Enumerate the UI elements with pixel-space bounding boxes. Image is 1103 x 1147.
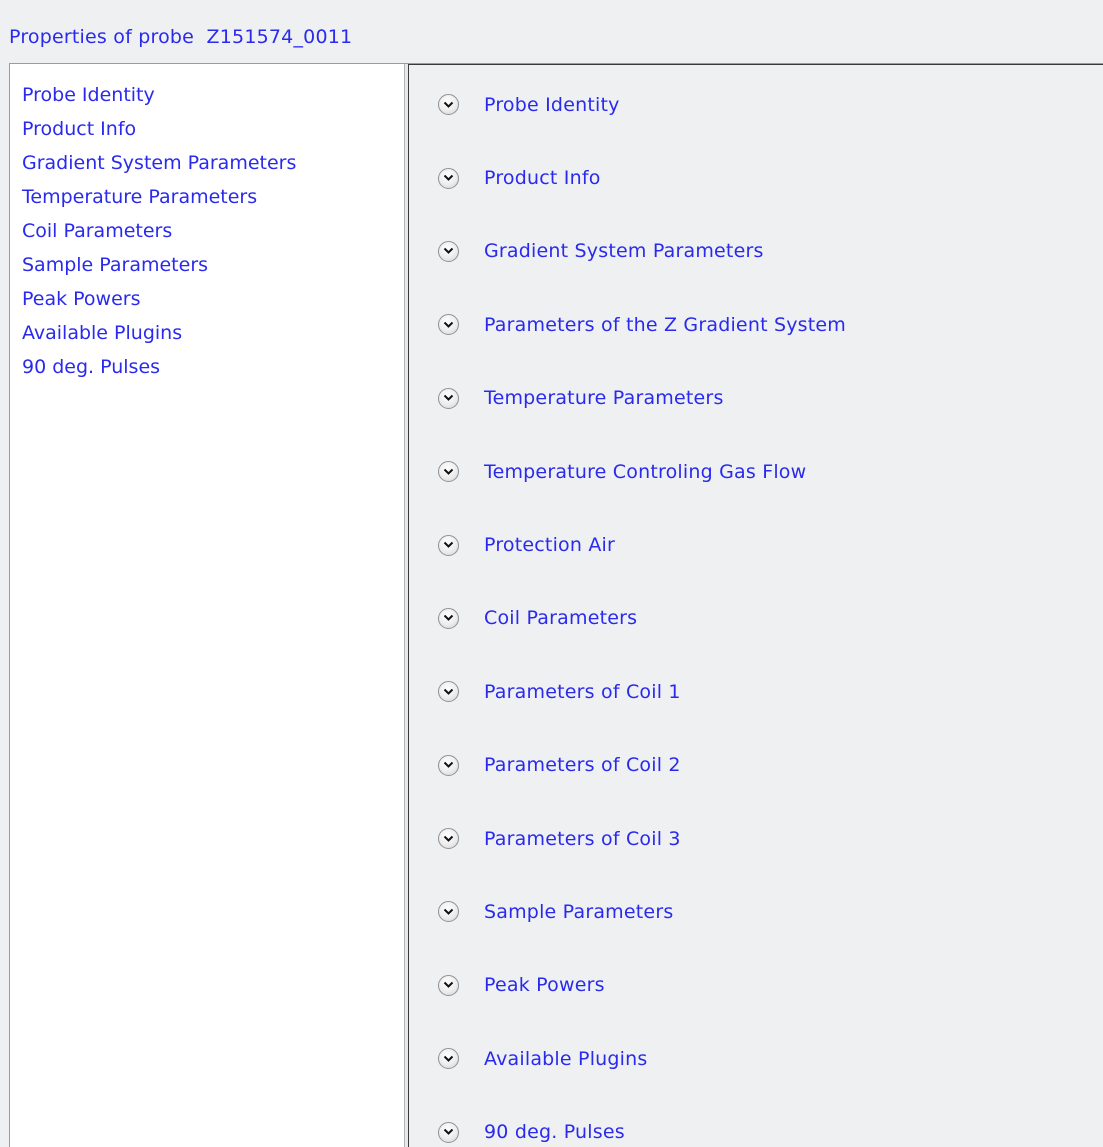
section-probe-identity[interactable]: Probe Identity [409, 68, 1103, 141]
chevron-down-circle-icon[interactable] [438, 314, 459, 336]
chevron-down-circle-icon[interactable] [438, 1121, 459, 1143]
section-label[interactable]: Available Plugins [484, 1048, 648, 1070]
section-label[interactable]: Product Info [484, 167, 601, 189]
section-label[interactable]: Peak Powers [484, 974, 605, 996]
section-coil-3[interactable]: Parameters of Coil 3 [409, 802, 1103, 875]
section-gradient-system-parameters[interactable]: Gradient System Parameters [409, 215, 1103, 288]
section-z-gradient-system[interactable]: Parameters of the Z Gradient System [409, 288, 1103, 361]
chevron-down-circle-icon[interactable] [438, 828, 459, 850]
chevron-down-circle-icon[interactable] [438, 167, 459, 189]
section-label[interactable]: Parameters of Coil 3 [484, 828, 681, 850]
section-temperature-parameters[interactable]: Temperature Parameters [409, 362, 1103, 435]
section-peak-powers[interactable]: Peak Powers [409, 949, 1103, 1022]
nav-link-sample-parameters[interactable]: Sample Parameters [22, 248, 404, 282]
section-label[interactable]: 90 deg. Pulses [484, 1121, 625, 1143]
section-label[interactable]: Gradient System Parameters [484, 240, 764, 262]
section-label[interactable]: Probe Identity [484, 94, 620, 116]
split-pane: Probe Identity Product Info Gradient Sys… [9, 63, 1103, 1147]
section-label[interactable]: Temperature Controling Gas Flow [484, 461, 806, 483]
chevron-down-circle-icon[interactable] [438, 1048, 459, 1070]
nav-link-probe-identity[interactable]: Probe Identity [22, 78, 404, 112]
section-label[interactable]: Parameters of Coil 2 [484, 754, 681, 776]
nav-link-gradient-system-parameters[interactable]: Gradient System Parameters [22, 146, 404, 180]
section-label[interactable]: Temperature Parameters [484, 387, 724, 409]
section-temperature-gas-flow[interactable]: Temperature Controling Gas Flow [409, 435, 1103, 508]
chevron-down-circle-icon[interactable] [438, 681, 459, 703]
chevron-down-circle-icon[interactable] [438, 387, 459, 409]
section-label[interactable]: Protection Air [484, 534, 615, 556]
content-panel: Probe Identity Product Info Gradient Sys… [409, 64, 1103, 1147]
nav-link-peak-powers[interactable]: Peak Powers [22, 282, 404, 316]
section-label[interactable]: Coil Parameters [484, 607, 637, 629]
chevron-down-circle-icon[interactable] [438, 754, 459, 776]
section-sample-parameters[interactable]: Sample Parameters [409, 875, 1103, 948]
nav-link-product-info[interactable]: Product Info [22, 112, 404, 146]
section-coil-1[interactable]: Parameters of Coil 1 [409, 655, 1103, 728]
chevron-down-circle-icon[interactable] [438, 94, 459, 116]
nav-link-available-plugins[interactable]: Available Plugins [22, 316, 404, 350]
section-product-info[interactable]: Product Info [409, 141, 1103, 214]
chevron-down-circle-icon[interactable] [438, 534, 459, 556]
section-list: Probe Identity Product Info Gradient Sys… [409, 68, 1103, 1147]
navigation-list: Probe Identity Product Info Gradient Sys… [10, 64, 404, 384]
navigation-panel: Probe Identity Product Info Gradient Sys… [10, 64, 404, 1147]
nav-link-90-deg-pulses[interactable]: 90 deg. Pulses [22, 350, 404, 384]
section-90-deg-pulses[interactable]: 90 deg. Pulses [409, 1095, 1103, 1147]
nav-link-coil-parameters[interactable]: Coil Parameters [22, 214, 404, 248]
nav-link-temperature-parameters[interactable]: Temperature Parameters [22, 180, 404, 214]
section-label[interactable]: Parameters of Coil 1 [484, 681, 681, 703]
section-protection-air[interactable]: Protection Air [409, 508, 1103, 581]
section-coil-parameters[interactable]: Coil Parameters [409, 582, 1103, 655]
chevron-down-circle-icon[interactable] [438, 461, 459, 483]
section-available-plugins[interactable]: Available Plugins [409, 1022, 1103, 1095]
chevron-down-circle-icon[interactable] [438, 901, 459, 923]
chevron-down-circle-icon[interactable] [438, 240, 459, 262]
chevron-down-circle-icon[interactable] [438, 974, 459, 996]
section-coil-2[interactable]: Parameters of Coil 2 [409, 729, 1103, 802]
chevron-down-circle-icon[interactable] [438, 607, 459, 629]
window-title: Properties of probe Z151574_0011 [9, 26, 353, 48]
section-label[interactable]: Sample Parameters [484, 901, 673, 923]
section-label[interactable]: Parameters of the Z Gradient System [484, 314, 846, 336]
